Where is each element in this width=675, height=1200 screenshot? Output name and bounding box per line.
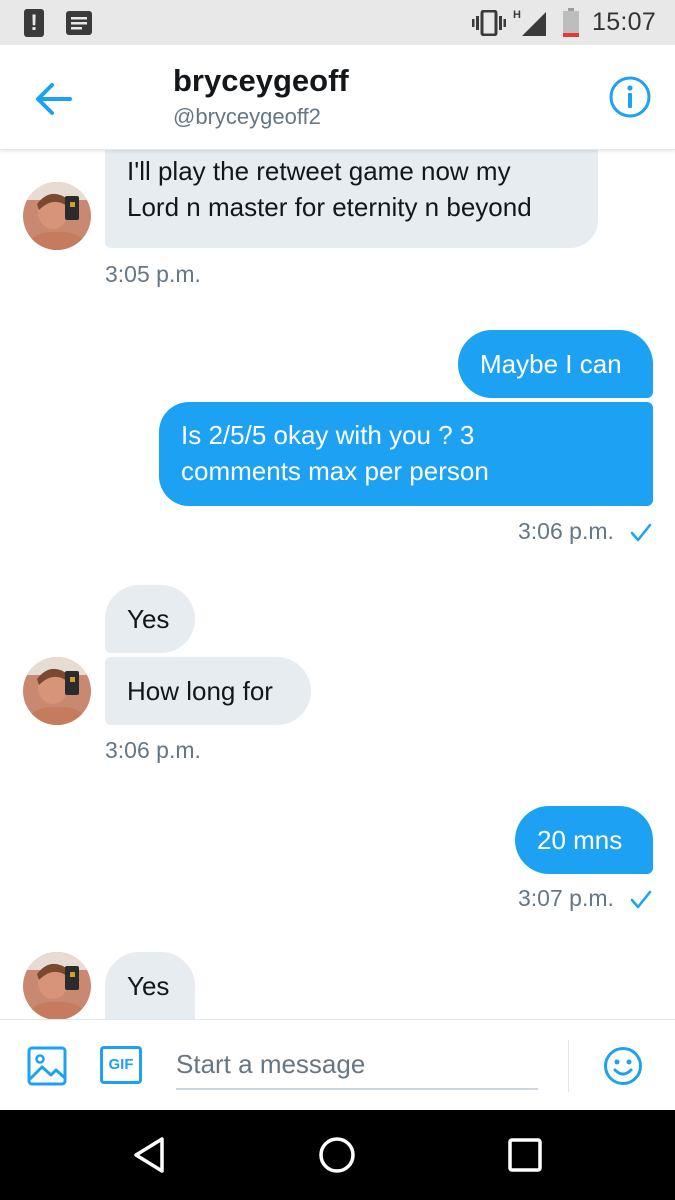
contact-name[interactable]: bryceygeoff: [173, 63, 349, 99]
conversation-header: bryceygeoff @bryceygeoff2: [0, 45, 675, 150]
outgoing-message-bubble[interactable]: Is 2/5/5 okay with you ? 3 comments max …: [159, 402, 653, 506]
battery-icon: [563, 8, 579, 37]
incoming-message-bubble[interactable]: I'll play the retweet game now my Lord n…: [105, 150, 598, 248]
info-icon[interactable]: [608, 75, 652, 119]
vibrate-icon: [472, 10, 506, 36]
message-text-line: comments max per person: [181, 456, 489, 486]
gif-icon[interactable]: GIF: [100, 1046, 142, 1084]
message-text-line: Lord n master for eternity n beyond: [127, 192, 532, 222]
message-timestamp: 3:06 p.m.: [105, 737, 201, 763]
read-check-icon: [630, 890, 652, 909]
avatar-photo: [23, 952, 91, 1020]
contact-avatar[interactable]: [23, 182, 91, 250]
message-timestamp: 3:06 p.m.: [518, 518, 614, 544]
incoming-message-bubble[interactable]: Yes: [105, 952, 195, 1020]
message-text-line: I'll play the retweet game now my: [127, 156, 511, 186]
message-text-line: Yes: [127, 604, 170, 634]
contact-avatar[interactable]: [23, 657, 91, 725]
image-icon[interactable]: [27, 1046, 67, 1086]
nav-home-icon[interactable]: [317, 1135, 357, 1175]
message-text-line: Is 2/5/5 okay with you ? 3: [181, 420, 475, 450]
incoming-message-bubble[interactable]: How long for: [105, 657, 311, 725]
message-text-line: How long for: [127, 676, 273, 706]
message-input[interactable]: [176, 1040, 538, 1090]
nav-recents-icon[interactable]: [505, 1135, 545, 1175]
status-time: 15:07: [592, 8, 657, 36]
avatar-photo: [23, 657, 91, 725]
avatar-photo: [23, 182, 91, 250]
read-check-icon: [630, 523, 652, 542]
message-timestamp: 3:07 p.m.: [518, 885, 614, 911]
nav-back-icon[interactable]: [130, 1135, 170, 1175]
message-text-line: Maybe I can: [480, 349, 622, 379]
contact-avatar[interactable]: [23, 952, 91, 1020]
message-thread[interactable]: I'll play the retweet game now my Lord n…: [0, 150, 675, 1020]
contact-handle[interactable]: @bryceygeoff2: [173, 104, 321, 130]
composer-divider: [568, 1040, 569, 1092]
outgoing-message-bubble[interactable]: 20 mns: [515, 806, 653, 874]
status-bar: H 15:07: [0, 0, 675, 45]
outgoing-message-bubble[interactable]: Maybe I can: [458, 330, 653, 398]
alert-icon: [24, 9, 44, 37]
message-text-line: 20 mns: [537, 825, 623, 855]
svg-text:H: H: [513, 9, 521, 21]
message-composer: GIF: [0, 1019, 675, 1110]
message-timestamp: 3:05 p.m.: [105, 261, 201, 287]
incoming-message-bubble[interactable]: Yes: [105, 585, 195, 653]
message-text-line: Yes: [127, 971, 170, 1001]
back-arrow-icon[interactable]: [30, 77, 80, 121]
notes-icon: [66, 11, 92, 35]
emoji-icon[interactable]: [603, 1046, 643, 1086]
system-nav-bar: [0, 1110, 675, 1200]
signal-icon: H: [513, 9, 546, 36]
